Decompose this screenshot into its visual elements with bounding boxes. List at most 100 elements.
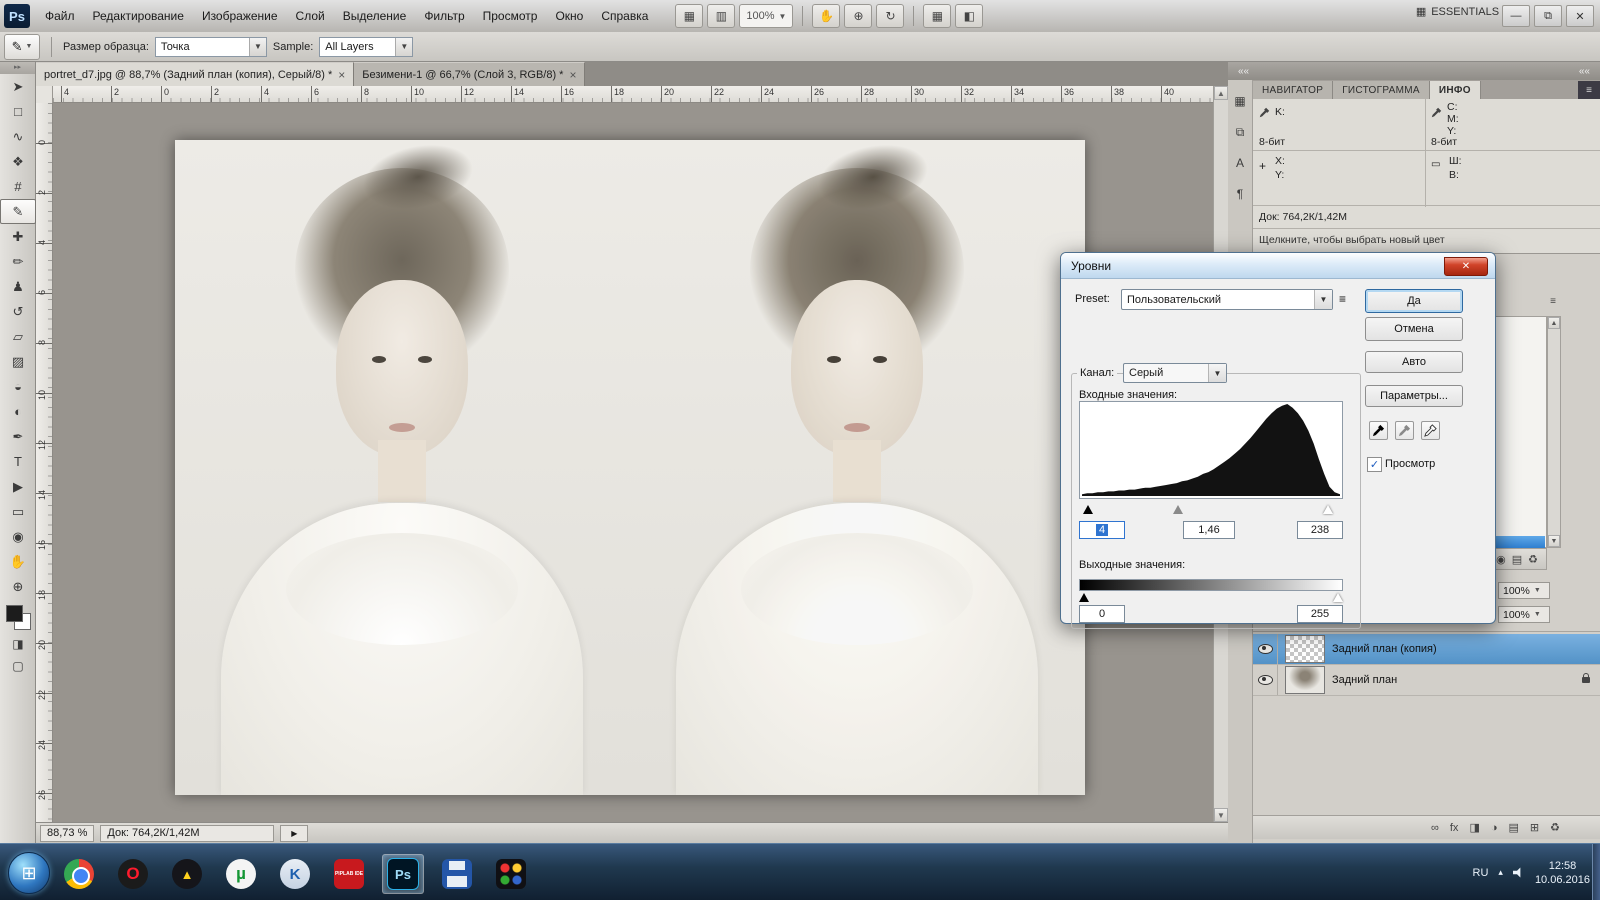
history-brush-tool[interactable]: ↺ [0, 299, 36, 324]
taskbar-kmplayer-icon[interactable]: K [274, 854, 316, 894]
zoom-icon[interactable]: ⊕ [844, 4, 872, 28]
gamma-slider[interactable] [1173, 505, 1183, 514]
type-tool[interactable]: T [0, 449, 36, 474]
minimize-button[interactable]: — [1502, 5, 1530, 27]
fill-value-dropdown[interactable]: 100% ▼ [1498, 606, 1550, 623]
channel-dropdown[interactable]: Серый ▼ [1123, 363, 1227, 383]
black-point-eyedropper-icon[interactable] [1369, 421, 1388, 440]
new-layer-icon[interactable]: ⊞ [1530, 821, 1539, 834]
input-white-field[interactable]: 238 [1297, 521, 1343, 539]
adjustment-layer-icon[interactable]: ◑ [1491, 822, 1498, 834]
start-button[interactable]: ⊞ [8, 852, 50, 894]
quick-selection-tool[interactable]: ❖ [0, 149, 36, 174]
collapse-panels-icon[interactable]: «« [1579, 66, 1590, 77]
rotate-view-icon[interactable]: ↻ [876, 4, 904, 28]
document-tab[interactable]: portret_d7.jpg @ 88,7% (Задний план (коп… [36, 62, 354, 86]
preset-dropdown[interactable]: Пользовательский ▼ [1121, 289, 1333, 310]
gray-point-eyedropper-icon[interactable] [1395, 421, 1414, 440]
options-button[interactable]: Параметры... [1365, 385, 1463, 407]
canvas-image-right[interactable] [628, 140, 1085, 795]
panel-menu-icon[interactable]: ≡ [1550, 296, 1556, 307]
scroll-up-icon[interactable]: ▲ [1214, 86, 1228, 100]
hand-icon[interactable]: ✋ [812, 4, 840, 28]
ok-button[interactable]: Да [1365, 289, 1463, 313]
blur-tool[interactable]: ◒ [0, 374, 36, 399]
paragraph-panel-icon[interactable]: ¶ [1229, 183, 1251, 205]
screen-mode-icon[interactable]: ◧ [955, 4, 983, 28]
zoom-level-dropdown[interactable]: 100%▼ [739, 4, 793, 28]
restore-button[interactable]: ⧉ [1534, 5, 1562, 27]
canvas-area[interactable] [53, 103, 1213, 822]
input-gamma-field[interactable]: 1,46 [1183, 521, 1235, 539]
panel-scrollbar[interactable]: ▲ ▼ [1547, 316, 1561, 548]
scroll-down-icon[interactable]: ▼ [1548, 535, 1560, 547]
menu-item[interactable]: Фильтр [415, 5, 473, 27]
toolbar-grip[interactable]: ▸▸ [0, 62, 35, 74]
path-selection-tool[interactable]: ▶ [0, 474, 36, 499]
clone-stamp-tool[interactable]: ♟ [0, 274, 36, 299]
layer-thumbnail[interactable] [1285, 635, 1325, 663]
new-group-icon[interactable]: ▤ [1509, 821, 1519, 834]
menu-item[interactable]: Редактирование [84, 5, 193, 27]
healing-brush-tool[interactable]: ✚ [0, 224, 36, 249]
foreground-color-swatch[interactable] [6, 605, 23, 622]
rotate-3d-tool[interactable]: ◉ [0, 524, 36, 549]
launch-bridge-icon[interactable]: ▦ [675, 4, 703, 28]
layer-row-background[interactable]: Задний план [1253, 665, 1600, 696]
add-mask-icon[interactable]: ◨ [1469, 821, 1479, 834]
color-swatches[interactable] [0, 603, 36, 633]
clip-icon[interactable]: ◉ [1496, 553, 1506, 566]
output-black-slider[interactable] [1079, 593, 1089, 602]
menu-item[interactable]: Изображение [193, 5, 287, 27]
auto-button[interactable]: Авто [1365, 351, 1463, 373]
output-white-field[interactable]: 255 [1297, 605, 1343, 623]
pen-tool[interactable]: ✒ [0, 424, 36, 449]
tray-clock[interactable]: 12:58 10.06.2016 [1535, 859, 1590, 887]
panel-menu-icon[interactable]: ≡ [1578, 81, 1600, 99]
eraser-tool[interactable]: ▱ [0, 324, 36, 349]
menu-item[interactable]: Просмотр [474, 5, 547, 27]
menu-item[interactable]: Файл [36, 5, 84, 27]
dialog-title-bar[interactable]: Уровни [1061, 253, 1495, 279]
taskbar-floppy-icon[interactable] [436, 854, 478, 894]
preset-menu-icon[interactable]: ≡ [1339, 292, 1346, 306]
taskbar-utorrent-icon[interactable]: µ [220, 854, 262, 894]
opacity-value-dropdown[interactable]: 100% ▼ [1498, 582, 1550, 599]
lasso-tool[interactable]: ∿ [0, 124, 36, 149]
taskbar-photoshop-icon[interactable]: Ps [382, 854, 424, 894]
output-black-field[interactable]: 0 [1079, 605, 1125, 623]
character-panel-icon[interactable]: A [1229, 152, 1251, 174]
brush-tool[interactable]: ✏ [0, 249, 36, 274]
scroll-up-icon[interactable]: ▲ [1548, 317, 1560, 329]
zoom-percentage-field[interactable]: 88,73 % [40, 825, 94, 842]
cancel-button[interactable]: Отмена [1365, 317, 1463, 341]
move-tool[interactable]: ➤ [0, 74, 36, 99]
layer-comps-panel-icon[interactable]: ⧉ [1229, 121, 1251, 143]
collapse-panels-icon[interactable]: «« [1238, 66, 1249, 77]
taskbar-colorapp-icon[interactable] [490, 854, 532, 894]
workspace-switcher[interactable]: ▦ ESSENTIALS ▼ [1416, 5, 1512, 18]
output-white-slider[interactable] [1333, 593, 1343, 602]
dodge-tool[interactable]: ◐ [0, 399, 36, 424]
hand-tool[interactable]: ✋ [0, 549, 36, 574]
taskbar-daemon-icon[interactable]: ▲ [166, 854, 208, 894]
folder-icon[interactable]: ▤ [1512, 553, 1522, 566]
screen-mode-cycle-icon[interactable]: ▢ [0, 655, 36, 677]
dialog-close-button[interactable]: ✕ [1444, 257, 1488, 276]
tab-info[interactable]: ИНФО [1430, 81, 1481, 99]
tab-navigator[interactable]: НАВИГАТОР [1253, 81, 1333, 99]
crop-tool[interactable]: # [0, 174, 36, 199]
canvas-image-left[interactable] [175, 140, 628, 795]
white-point-eyedropper-icon[interactable] [1421, 421, 1440, 440]
gradient-tool[interactable]: ▨ [0, 349, 36, 374]
arrange-documents-icon[interactable]: ▦ [923, 4, 951, 28]
marquee-tool[interactable]: □ [0, 99, 36, 124]
show-desktop-button[interactable] [1592, 844, 1600, 900]
black-point-slider[interactable] [1083, 505, 1093, 514]
document-tab[interactable]: Безимени-1 @ 66,7% (Слой 3, RGB/8) * × [354, 62, 585, 86]
preview-checkbox[interactable]: ✓ [1367, 457, 1382, 472]
swatches-panel-icon[interactable]: ▦ [1229, 90, 1251, 112]
scroll-down-icon[interactable]: ▼ [1214, 808, 1228, 822]
white-point-slider[interactable] [1323, 505, 1333, 514]
tab-close-icon[interactable]: × [338, 68, 345, 82]
